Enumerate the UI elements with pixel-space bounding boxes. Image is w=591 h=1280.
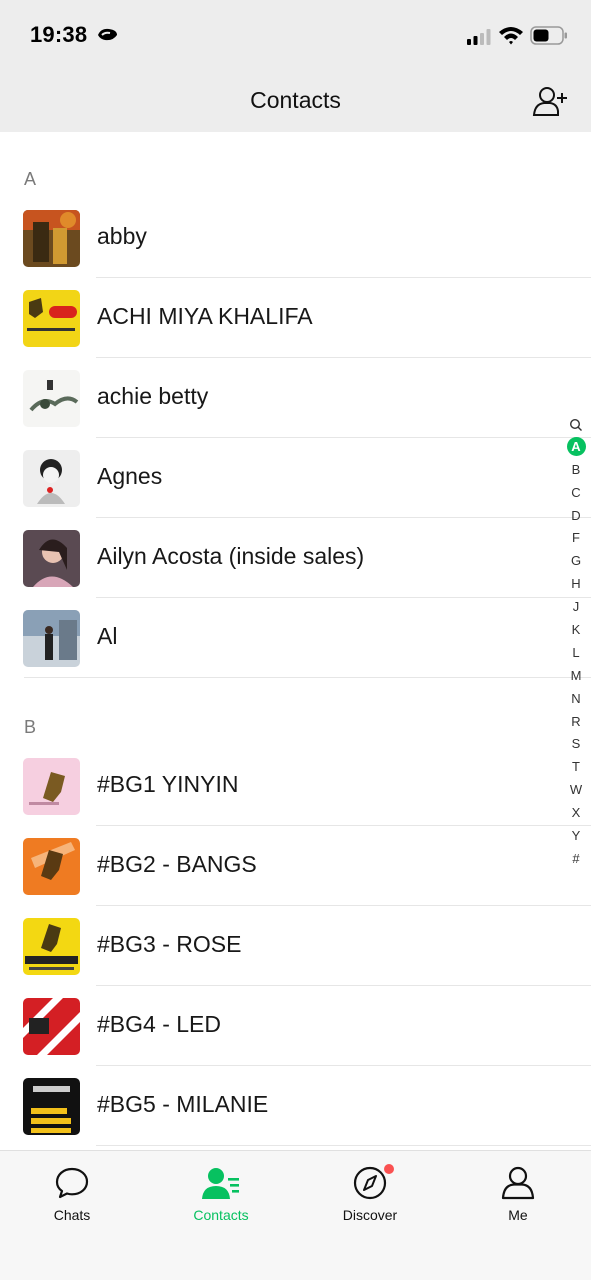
index-letter-d[interactable]: D <box>564 505 588 528</box>
contact-row[interactable]: #BG3 - ROSE <box>0 906 591 986</box>
contact-row[interactable]: #BG2 - BANGS <box>0 826 591 906</box>
focus-moon-icon <box>98 28 117 41</box>
avatar <box>23 1078 80 1135</box>
avatar <box>23 450 80 507</box>
cellular-signal-icon <box>467 29 491 45</box>
contact-row[interactable]: #BG5 - MILANIE <box>0 1066 591 1146</box>
section-header-a: A <box>24 169 37 189</box>
index-letter-m[interactable]: M <box>564 665 588 688</box>
avatar <box>23 210 80 267</box>
avatar <box>23 838 80 895</box>
avatar <box>23 370 80 427</box>
index-letter-f[interactable]: F <box>564 527 588 550</box>
contact-row[interactable]: achie betty <box>0 358 591 438</box>
contact-name: #BG4 - LED <box>97 1011 221 1037</box>
contact-name: achie betty <box>97 383 209 409</box>
index-search-icon[interactable] <box>564 413 588 436</box>
index-letter-t[interactable]: T <box>564 756 588 779</box>
contact-name: Agnes <box>97 463 163 489</box>
index-letter-hash[interactable]: # <box>564 848 588 871</box>
index-letter-b[interactable]: B <box>564 459 588 482</box>
alphabet-index[interactable]: A B C D F G H J K L M N R S T W X Y # <box>564 413 588 871</box>
index-letter-g[interactable]: G <box>564 550 588 573</box>
contact-row[interactable]: abby <box>0 198 591 278</box>
index-letter-s[interactable]: S <box>564 733 588 756</box>
tab-contacts-label: Contacts <box>193 1207 249 1223</box>
contact-row[interactable]: ACHI MIYA KHALIFA <box>0 278 591 358</box>
page-title: Contacts <box>250 87 341 113</box>
contact-row[interactable]: Agnes <box>0 438 591 518</box>
avatar <box>23 758 80 815</box>
avatar <box>23 918 80 975</box>
index-letter-c[interactable]: C <box>564 482 588 505</box>
contact-name: #BG5 - MILANIE <box>97 1091 269 1117</box>
add-person-icon <box>532 87 567 116</box>
wifi-icon <box>499 27 523 45</box>
contact-list[interactable]: A abby ACHI MIYA KHALIFA achie betty Agn… <box>0 132 591 1150</box>
tab-me-label: Me <box>508 1207 528 1223</box>
contact-name: ACHI MIYA KHALIFA <box>97 303 313 329</box>
index-letter-w[interactable]: W <box>564 779 588 802</box>
status-bar: 19:38 <box>0 0 591 70</box>
chat-bubble-icon <box>55 1167 89 1199</box>
contact-name: Ailyn Acosta (inside sales) <box>97 543 365 569</box>
contact-name: Al <box>97 623 118 649</box>
tab-me[interactable]: Me <box>458 1165 578 1223</box>
index-letter-x[interactable]: X <box>564 802 588 825</box>
contact-row[interactable]: Al <box>0 598 591 678</box>
tab-contacts[interactable]: Contacts <box>161 1165 281 1223</box>
avatar <box>23 610 80 667</box>
tab-chats[interactable]: Chats <box>12 1165 132 1223</box>
divider <box>24 677 591 678</box>
index-letter-k[interactable]: K <box>564 619 588 642</box>
divider <box>96 1145 591 1146</box>
contact-name: abby <box>97 223 147 249</box>
contact-name: #BG1 YINYIN <box>97 771 239 797</box>
index-letter-l[interactable]: L <box>564 642 588 665</box>
contact-row[interactable]: #BG1 YINYIN <box>0 746 591 826</box>
person-icon <box>501 1166 535 1200</box>
tab-discover[interactable]: Discover <box>310 1164 430 1223</box>
index-letter-a[interactable]: A <box>564 436 588 459</box>
index-letter-n[interactable]: N <box>564 688 588 711</box>
contacts-icon <box>202 1168 239 1199</box>
section-header-b: B <box>24 717 37 737</box>
contact-row[interactable]: Ailyn Acosta (inside sales) <box>0 518 591 598</box>
tab-discover-label: Discover <box>342 1207 398 1223</box>
avatar <box>23 530 80 587</box>
add-contact-button[interactable] <box>532 84 570 118</box>
avatar <box>23 998 80 1055</box>
battery-icon <box>530 26 567 45</box>
notification-dot <box>384 1164 394 1174</box>
contact-row[interactable]: #BG4 - LED <box>0 986 591 1066</box>
contact-name: #BG3 - ROSE <box>97 931 242 957</box>
index-letter-h[interactable]: H <box>564 573 588 596</box>
status-time: 19:38 <box>30 22 88 47</box>
avatar <box>23 290 80 347</box>
index-letter-r[interactable]: R <box>564 711 588 734</box>
tab-bar: Chats Contacts Discover Me <box>0 1150 591 1280</box>
tab-chats-label: Chats <box>53 1207 91 1223</box>
contact-name: #BG2 - BANGS <box>97 851 257 877</box>
compass-icon <box>353 1166 387 1200</box>
index-letter-j[interactable]: J <box>564 596 588 619</box>
nav-bar: Contacts <box>0 70 591 132</box>
index-letter-y[interactable]: Y <box>564 825 588 848</box>
